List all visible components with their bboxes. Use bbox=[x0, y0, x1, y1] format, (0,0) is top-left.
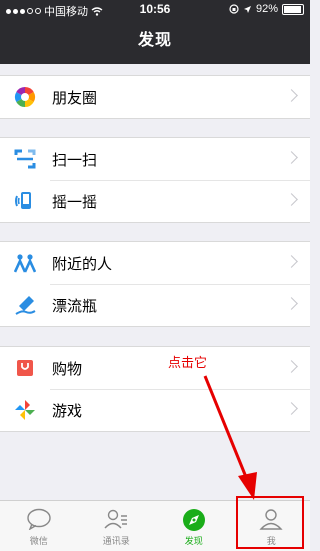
menu-group-shop-games: 购物 游戏 bbox=[0, 346, 310, 432]
menu-item-label: 漂流瓶 bbox=[52, 297, 98, 315]
menu-item-label: 扫一扫 bbox=[52, 151, 98, 169]
menu-group-scan-shake: 扫一扫 摇一摇 bbox=[0, 137, 310, 223]
chevron-right-icon bbox=[285, 193, 298, 206]
chevron-right-icon bbox=[285, 151, 298, 164]
moments-icon bbox=[14, 86, 36, 108]
menu-item-drift-bottle[interactable]: 漂流瓶 bbox=[0, 284, 310, 326]
status-bar: 中国移动 10:56 92% bbox=[0, 0, 310, 18]
chevron-right-icon bbox=[285, 402, 298, 415]
location-arrow-icon bbox=[243, 5, 251, 13]
highlight-box bbox=[236, 496, 304, 549]
chevron-right-icon bbox=[285, 89, 298, 102]
menu-item-games[interactable]: 游戏 bbox=[0, 389, 310, 431]
menu-group-nearby-bottle: 附近的人 漂流瓶 bbox=[0, 241, 310, 327]
tab-discover[interactable]: 发现 bbox=[155, 501, 233, 551]
shopping-icon bbox=[17, 360, 33, 376]
menu-item-label: 附近的人 bbox=[52, 255, 113, 273]
chevron-right-icon bbox=[285, 297, 298, 310]
nav-header: 中国移动 10:56 92% 发现 bbox=[0, 0, 310, 64]
menu-item-scan[interactable]: 扫一扫 bbox=[0, 138, 310, 180]
menu-item-people-nearby[interactable]: 附近的人 bbox=[0, 242, 310, 284]
menu-item-shopping[interactable]: 购物 bbox=[0, 347, 310, 389]
tab-label: 微信 bbox=[29, 536, 48, 546]
menu-item-label: 购物 bbox=[52, 360, 83, 378]
menu-group-moments: 朋友圈 bbox=[0, 75, 310, 119]
menu-item-label: 摇一摇 bbox=[52, 193, 98, 211]
menu-item-moments[interactable]: 朋友圈 bbox=[0, 76, 310, 118]
tab-label: 通讯录 bbox=[102, 536, 130, 546]
people-nearby-icon bbox=[14, 254, 36, 273]
menu-item-shake[interactable]: 摇一摇 bbox=[0, 180, 310, 222]
drift-bottle-icon bbox=[15, 296, 36, 315]
rotation-lock-icon bbox=[229, 4, 239, 14]
battery-percentage: 92% bbox=[255, 3, 278, 15]
chevron-right-icon bbox=[285, 255, 298, 268]
annotation-text: 点击它 bbox=[168, 355, 208, 370]
chat-bubble-icon bbox=[27, 508, 51, 530]
chevron-right-icon bbox=[285, 360, 298, 373]
games-icon bbox=[15, 400, 35, 420]
tab-chats[interactable]: 微信 bbox=[0, 501, 78, 551]
discover-icon bbox=[182, 509, 205, 531]
scan-icon bbox=[14, 149, 36, 169]
menu-item-label: 游戏 bbox=[52, 402, 83, 420]
battery-icon bbox=[282, 3, 304, 15]
contacts-icon bbox=[104, 509, 128, 529]
tab-contacts[interactable]: 通讯录 bbox=[78, 501, 156, 551]
shake-icon bbox=[15, 192, 31, 209]
menu-item-label: 朋友圈 bbox=[52, 89, 98, 107]
page-title: 发现 bbox=[137, 32, 172, 49]
tab-label: 发现 bbox=[184, 536, 203, 546]
